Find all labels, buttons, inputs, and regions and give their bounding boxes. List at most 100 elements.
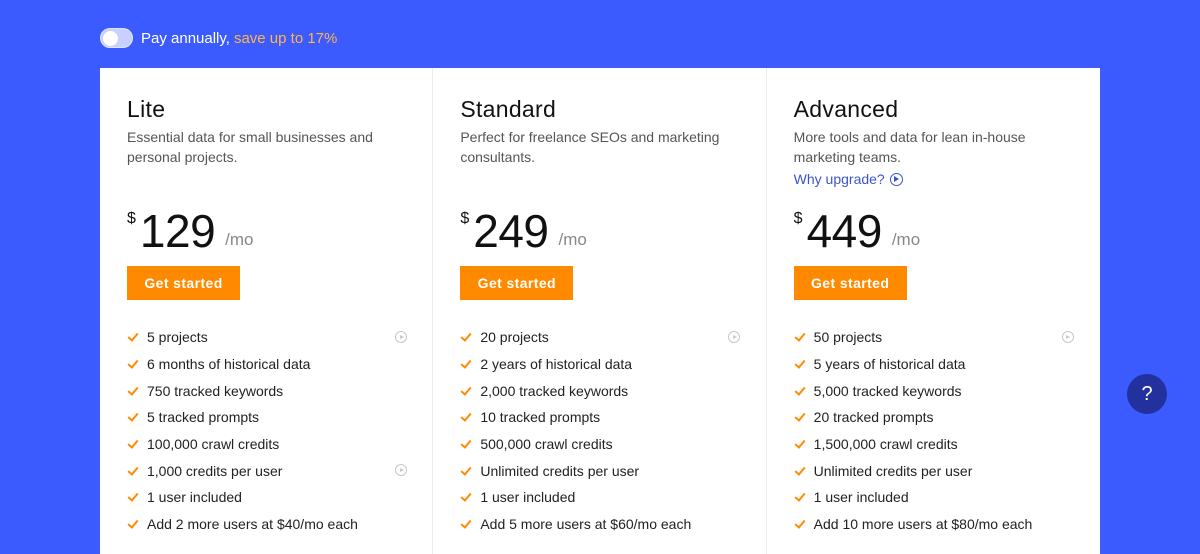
savings-label: save up to 17% — [233, 29, 338, 47]
feature-text: 750 tracked keywords — [147, 382, 284, 399]
feature-text: Add 10 more users at $80/mo each — [813, 516, 1033, 533]
help-button[interactable]: ? — [1127, 374, 1167, 414]
feature-item: 50 projects — [794, 324, 1074, 351]
feature-text: 10 tracked prompts — [480, 409, 601, 426]
feature-item: 5 tracked prompts — [127, 404, 407, 431]
feature-item: Unlimited credits per user — [460, 457, 740, 484]
feature-text: Add 5 more users at $60/mo each — [480, 516, 692, 533]
checkmark-icon — [460, 438, 472, 450]
feature-text: 1 user included — [813, 489, 909, 506]
feature-item: 5,000 tracked keywords — [794, 377, 1074, 404]
feature-text: Unlimited credits per user — [813, 462, 973, 479]
feature-list: 20 projects 2 years of historical data 2,0… — [460, 324, 741, 538]
checkmark-icon — [460, 331, 472, 343]
feature-item: 1 user included — [794, 484, 1074, 511]
price-period: /mo — [891, 230, 921, 249]
price-block: $ 129 /mo — [127, 206, 254, 256]
feature-item: 100,000 crawl credits — [127, 431, 407, 458]
price-period: /mo — [225, 230, 254, 249]
checkmark-icon — [460, 465, 472, 477]
feature-item: 20 tracked prompts — [794, 404, 1074, 431]
feature-item: 10 tracked prompts — [460, 404, 740, 431]
checkmark-icon — [794, 491, 806, 503]
checkmark-icon — [127, 331, 139, 343]
feature-text: 5 projects — [147, 329, 208, 346]
feature-text: Unlimited credits per user — [480, 462, 640, 479]
feature-text: 1 user included — [480, 489, 576, 506]
toggle-knob — [103, 31, 118, 46]
info-play-icon[interactable] — [1061, 331, 1074, 343]
checkmark-icon — [127, 411, 139, 423]
feature-item: Add 5 more users at $60/mo each — [460, 511, 740, 538]
pay-annually-toggle[interactable] — [100, 28, 133, 48]
checkmark-icon — [794, 518, 806, 530]
feature-text: 1,000 credits per user — [147, 462, 283, 479]
feature-text: 5 tracked prompts — [147, 409, 260, 426]
get-started-button[interactable]: Get started — [460, 266, 574, 300]
checkmark-icon — [794, 331, 806, 343]
checkmark-icon — [127, 491, 139, 503]
feature-list: 50 projects 5 years of historical data 5,0… — [794, 324, 1074, 538]
feature-item: 1,000 credits per user — [127, 457, 407, 484]
checkmark-icon — [460, 411, 472, 423]
feature-text: 5 years of historical data — [813, 356, 966, 373]
feature-text: Add 2 more users at $40/mo each — [147, 516, 358, 533]
feature-item: 5 projects — [127, 324, 407, 351]
feature-item: 1 user included — [460, 484, 740, 511]
plan-name: Advanced — [793, 96, 899, 122]
checkmark-icon — [127, 358, 139, 370]
play-circle-icon — [889, 172, 903, 186]
pay-annually-label: Pay annually, — [141, 29, 230, 47]
plan-name: Lite — [127, 96, 166, 122]
plan-description: Perfect for freelance SEOs and marketing… — [460, 129, 720, 165]
feature-item: 750 tracked keywords — [127, 377, 407, 404]
currency-symbol: $ — [127, 210, 136, 227]
get-started-button[interactable]: Get started — [127, 266, 240, 300]
billing-toggle-row: Pay annually, save up to 17% — [100, 27, 337, 49]
checkmark-icon — [794, 438, 806, 450]
price-block: $ 449 /mo — [794, 206, 921, 256]
plan-card-advanced: Advanced More tools and data for lean in… — [767, 68, 1100, 554]
checkmark-icon — [127, 438, 139, 450]
checkmark-icon — [127, 518, 139, 530]
checkmark-icon — [794, 385, 806, 397]
feature-item: 20 projects — [460, 324, 741, 351]
feature-text: 2,000 tracked keywords — [480, 382, 629, 399]
feature-item: Add 2 more users at $40/mo each — [127, 511, 407, 538]
feature-text: 500,000 crawl credits — [480, 436, 613, 453]
feature-text: 6 months of historical data — [147, 356, 311, 373]
feature-item: Add 10 more users at $80/mo each — [794, 511, 1074, 538]
price-amount: 129 — [139, 205, 216, 257]
feature-item: 2,000 tracked keywords — [460, 377, 740, 404]
plan-description: More tools and data for lean in-house ma… — [793, 129, 1026, 165]
feature-item: 1,500,000 crawl credits — [794, 431, 1074, 458]
info-play-icon[interactable] — [728, 331, 741, 343]
info-play-icon[interactable] — [395, 464, 407, 477]
feature-item: 500,000 crawl credits — [460, 431, 740, 458]
feature-text: 50 projects — [813, 329, 883, 346]
checkmark-icon — [794, 411, 806, 423]
why-upgrade-link[interactable]: Why upgrade? — [794, 171, 1100, 187]
feature-item: Unlimited credits per user — [794, 457, 1074, 484]
feature-text: 20 projects — [480, 329, 549, 346]
checkmark-icon — [460, 491, 472, 503]
feature-text: 5,000 tracked keywords — [813, 382, 962, 399]
info-play-icon[interactable] — [395, 331, 407, 343]
checkmark-icon — [127, 465, 139, 477]
feature-item: 2 years of historical data — [460, 351, 740, 378]
checkmark-icon — [460, 385, 472, 397]
feature-item: 5 years of historical data — [794, 351, 1074, 378]
checkmark-icon — [460, 358, 472, 370]
plan-name: Standard — [460, 96, 557, 122]
feature-text: 1,500,000 crawl credits — [813, 436, 958, 453]
feature-item: 6 months of historical data — [127, 351, 407, 378]
currency-symbol: $ — [460, 210, 470, 227]
currency-symbol: $ — [793, 210, 803, 227]
price-amount: 449 — [806, 205, 883, 257]
get-started-button[interactable]: Get started — [793, 266, 907, 300]
why-upgrade-label: Why upgrade? — [793, 171, 885, 187]
plan-card-standard: Standard Perfect for freelance SEOs and … — [433, 68, 767, 554]
price-block: $ 249 /mo — [460, 206, 587, 256]
checkmark-icon — [794, 358, 806, 370]
price-period: /mo — [558, 230, 587, 249]
